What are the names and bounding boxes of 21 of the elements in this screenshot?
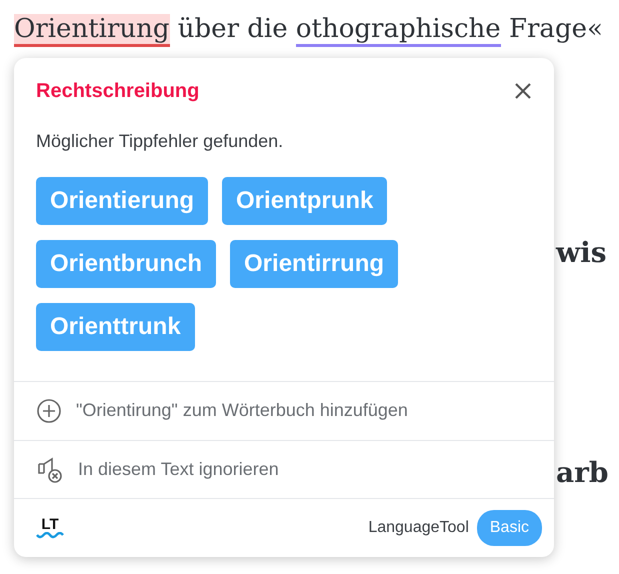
suggestion-button[interactable]: Orientierung (36, 177, 208, 225)
spelling-error-word[interactable]: Orientirung (14, 14, 170, 47)
category-title: Rechtschreibung (36, 79, 200, 104)
heading-text: arb (556, 455, 608, 491)
suggestion-button[interactable]: Orientprunk (222, 177, 388, 225)
style-issue-word[interactable]: othographische (296, 14, 501, 47)
ignore-link[interactable]: In diesem Text ignorieren (78, 456, 279, 483)
body-text: über die (176, 14, 289, 44)
brand-logo: LT (36, 517, 64, 540)
suggestion-button[interactable]: Orientbrunch (36, 240, 216, 288)
suggestion-button[interactable]: Orienttrunk (36, 303, 195, 351)
issue-message: Möglicher Tippfehler gefunden. (36, 130, 284, 153)
megaphone-cross-icon (36, 456, 64, 484)
add-to-dictionary-link[interactable]: "Orientirung" zum Wörterbuch hinzufügen (76, 397, 408, 424)
suggestion-button[interactable]: Orientirrung (230, 240, 398, 288)
brand-name: LanguageTool (368, 518, 469, 538)
heading-text: wis (556, 235, 607, 271)
close-button[interactable] (514, 82, 532, 100)
plan-badge: Basic (476, 510, 542, 546)
plus-circle-icon (36, 398, 62, 424)
body-text: Frage« (508, 14, 603, 44)
